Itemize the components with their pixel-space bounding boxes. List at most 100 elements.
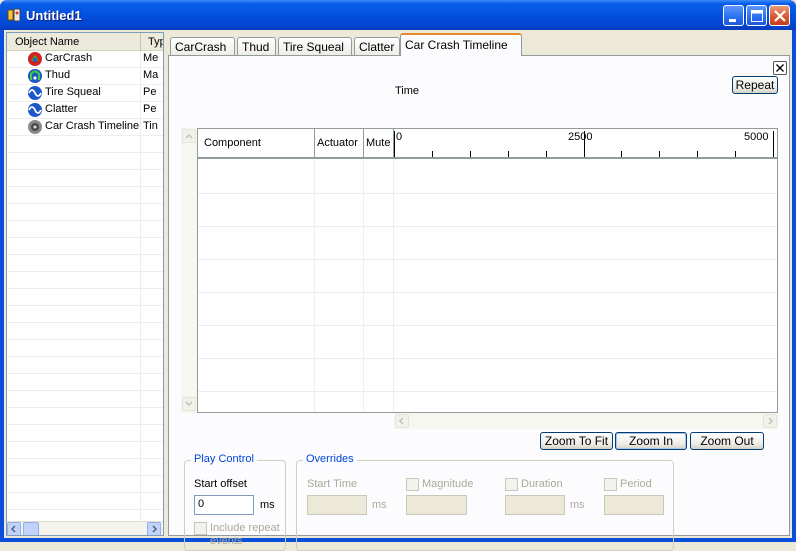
time-ruler[interactable]: 0 2500 5000 xyxy=(394,129,777,159)
magnitude-input[interactable] xyxy=(406,495,467,515)
timeline-row-divider xyxy=(198,259,777,260)
list-item-type: Pe xyxy=(143,103,157,115)
start-offset-label: Start offset xyxy=(194,478,247,490)
scroll-left-button[interactable] xyxy=(395,414,409,428)
empty-list-row xyxy=(7,425,163,442)
timeline-vscrollbar[interactable] xyxy=(181,128,197,413)
list-item[interactable]: Clatter Pe xyxy=(7,102,163,119)
empty-list-row xyxy=(7,374,163,391)
title-bar[interactable]: Untitled1 xyxy=(0,0,796,30)
empty-list-row xyxy=(7,289,163,306)
carcrash-effect-icon xyxy=(28,52,42,66)
empty-list-row xyxy=(7,170,163,187)
timeline-row-divider xyxy=(198,226,777,227)
empty-list-row xyxy=(7,442,163,459)
panel-close-button[interactable] xyxy=(773,61,787,75)
scroll-left-button[interactable] xyxy=(7,522,21,535)
zoom-out-button[interactable]: Zoom Out xyxy=(690,432,764,450)
list-item-name: Car Crash Timeline xyxy=(45,120,140,132)
list-item-name: Tire Squeal xyxy=(45,86,101,98)
empty-list-row xyxy=(7,187,163,204)
empty-list-row xyxy=(7,391,163,408)
ruler-minor-tick xyxy=(470,151,471,157)
timeline-icon xyxy=(28,120,42,134)
empty-list-row xyxy=(7,357,163,374)
magnitude-label: Magnitude xyxy=(422,478,474,490)
list-item-type: Tin xyxy=(143,120,158,132)
period-checkbox[interactable] xyxy=(604,478,617,491)
scroll-thumb[interactable] xyxy=(23,522,39,535)
empty-list-row xyxy=(7,255,163,272)
empty-list-row xyxy=(7,272,163,289)
column-header-component[interactable]: Component xyxy=(198,129,315,159)
period-input[interactable] xyxy=(604,495,664,515)
list-item-type: Pe xyxy=(143,86,157,98)
duration-checkbox[interactable] xyxy=(505,478,518,491)
zoom-to-fit-button[interactable]: Zoom To Fit xyxy=(540,432,613,450)
start-time-input[interactable] xyxy=(307,495,367,515)
column-header-object-name[interactable]: Object Name xyxy=(7,33,141,51)
empty-list-row xyxy=(7,323,163,340)
tab-car-crash-timeline[interactable]: Car Crash Timeline xyxy=(400,33,522,56)
list-item-type: Me xyxy=(143,52,159,64)
include-repeat-label: Include repeat xyxy=(210,522,280,534)
timeline-row-divider xyxy=(198,358,777,359)
column-header-type[interactable]: Type xyxy=(141,33,163,51)
list-item-type: Ma xyxy=(143,69,159,81)
duration-unit: ms xyxy=(570,499,585,511)
time-axis-label: Time xyxy=(395,85,420,97)
list-item[interactable]: Tire Squeal Pe xyxy=(7,85,163,102)
empty-list-row xyxy=(7,459,163,476)
maximize-button[interactable] xyxy=(746,5,767,26)
scroll-down-button[interactable] xyxy=(182,397,196,411)
timeline-row-divider xyxy=(198,292,777,293)
ruler-label: 5000 xyxy=(744,131,769,143)
arrow-up-icon xyxy=(185,133,193,139)
overrides-group: Overrides Start Time ms Magnitude Durati… xyxy=(296,453,674,551)
window-title: Untitled1 xyxy=(26,8,82,23)
tab-clatter[interactable]: Clatter xyxy=(354,37,400,56)
minimize-button[interactable] xyxy=(723,5,744,26)
scroll-up-button[interactable] xyxy=(182,129,196,143)
close-icon xyxy=(776,64,784,72)
tab-thud[interactable]: Thud xyxy=(237,37,276,56)
empty-list-row xyxy=(7,340,163,357)
ruler-minor-tick xyxy=(546,151,547,157)
magnitude-checkbox[interactable] xyxy=(406,478,419,491)
timeline-row-divider xyxy=(198,391,777,392)
zoom-in-button[interactable]: Zoom In xyxy=(615,432,687,450)
timeline-hscrollbar[interactable] xyxy=(394,413,779,429)
list-item[interactable]: Thud Ma xyxy=(7,68,163,85)
empty-list-row xyxy=(7,306,163,323)
client-area: Object Name Type CarCrash Me Thud Ma Tir… xyxy=(4,30,792,551)
scroll-right-button[interactable] xyxy=(147,522,161,535)
close-button[interactable] xyxy=(769,5,790,26)
start-offset-unit: ms xyxy=(260,499,275,511)
tab-tire-squeal[interactable]: Tire Squeal xyxy=(278,37,352,56)
tire-squeal-effect-icon xyxy=(28,86,42,100)
empty-list-row xyxy=(7,153,163,170)
empty-list-row xyxy=(7,493,163,510)
column-header-mute[interactable]: Mute xyxy=(364,129,394,159)
list-item[interactable]: Car Crash Timeline Tin xyxy=(7,119,163,136)
include-repeat-checkbox[interactable] xyxy=(194,522,207,535)
duration-input[interactable] xyxy=(505,495,565,515)
start-offset-input[interactable]: 0 xyxy=(194,495,254,515)
tab-carcrash[interactable]: CarCrash xyxy=(170,37,235,56)
ruler-minor-tick xyxy=(432,151,433,157)
scroll-right-button[interactable] xyxy=(763,414,777,428)
duration-label: Duration xyxy=(521,478,563,490)
app-icon xyxy=(7,8,21,22)
column-header-actuator[interactable]: Actuator xyxy=(315,129,364,159)
object-list[interactable]: Object Name Type CarCrash Me Thud Ma Tir… xyxy=(6,32,164,536)
start-time-label: Start Time xyxy=(307,478,358,490)
timeline-row-divider xyxy=(198,193,777,194)
repeat-button[interactable]: Repeat xyxy=(732,76,778,94)
ruler-minor-tick xyxy=(659,151,660,157)
empty-list-row xyxy=(7,204,163,221)
close-icon xyxy=(774,10,786,22)
list-item[interactable]: CarCrash Me xyxy=(7,51,163,68)
object-list-hscrollbar[interactable] xyxy=(7,521,163,535)
timeline-grid[interactable]: Component Actuator Mute 0 2500 5000 xyxy=(197,128,778,413)
ruler-label: 0 xyxy=(396,131,403,143)
